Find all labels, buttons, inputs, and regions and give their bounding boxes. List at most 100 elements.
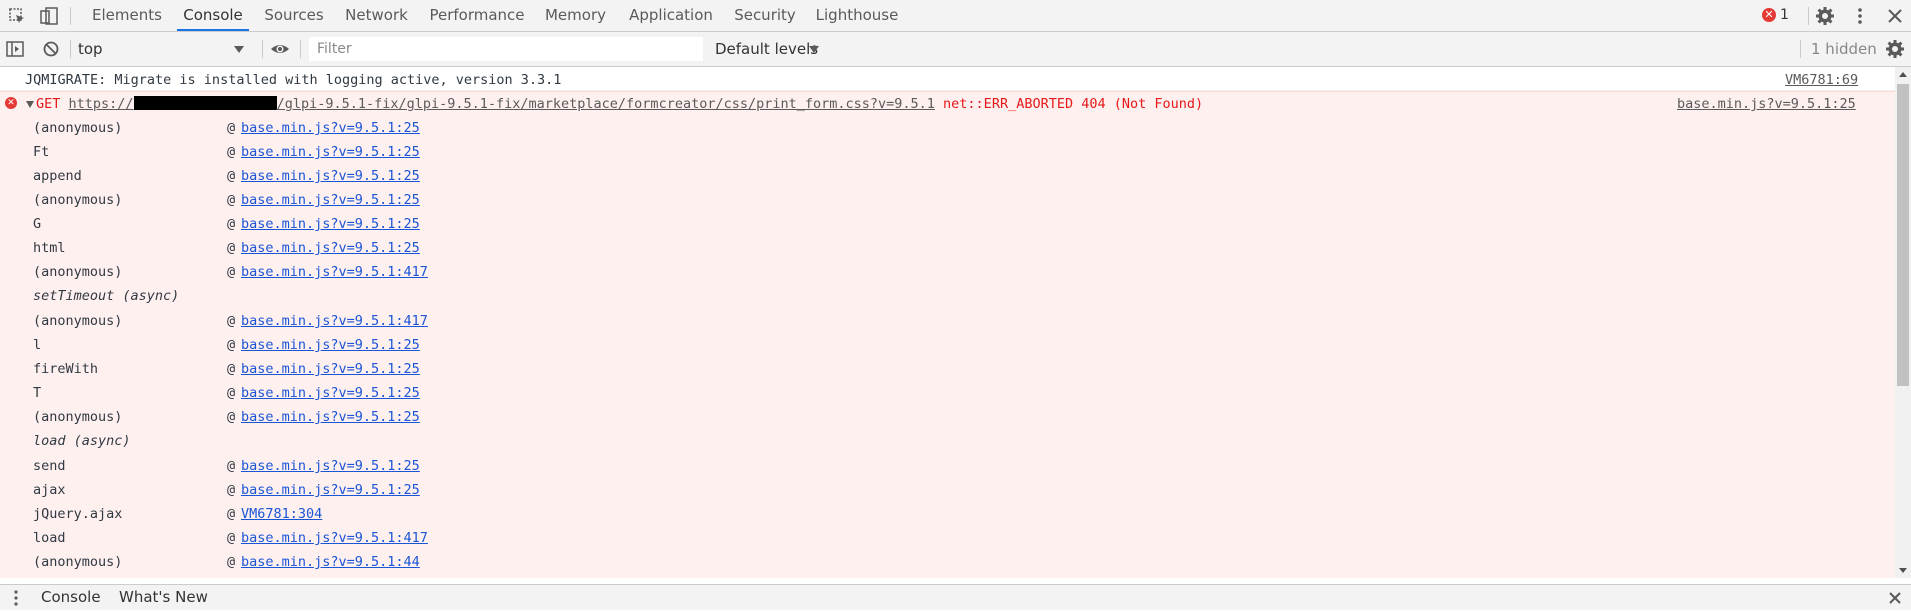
stack-location-link[interactable]: base.min.js?v=9.5.1:25 bbox=[241, 381, 420, 405]
clear-console-icon[interactable] bbox=[40, 38, 62, 60]
function-name: jQuery.ajax bbox=[33, 506, 123, 522]
at-symbol: @ bbox=[227, 120, 236, 136]
tabbar-divider-right bbox=[1808, 7, 1809, 25]
drawer-menu-icon[interactable] bbox=[5, 587, 27, 609]
drawer-tab-console[interactable]: Console bbox=[41, 585, 101, 610]
scroll-up-icon[interactable] bbox=[1899, 72, 1907, 77]
console-messages: JQMIGRATE: Migrate is installed with log… bbox=[0, 67, 1895, 578]
filter-input[interactable] bbox=[309, 37, 703, 61]
stack-location-link[interactable]: base.min.js?v=9.5.1:25 bbox=[241, 188, 420, 212]
scrollbar-thumb[interactable] bbox=[1897, 84, 1909, 386]
at-symbol: @ bbox=[227, 313, 236, 329]
http-method: GET bbox=[36, 96, 61, 112]
stack-location-link[interactable]: base.min.js?v=9.5.1:25 bbox=[241, 478, 420, 502]
function-name: G bbox=[33, 216, 42, 232]
function-name: send bbox=[33, 458, 66, 474]
stack-location-link[interactable]: base.min.js?v=9.5.1:417 bbox=[241, 526, 428, 550]
at-symbol: @ bbox=[227, 361, 236, 377]
stack-location-link[interactable]: base.min.js?v=9.5.1:417 bbox=[241, 309, 428, 333]
stack-location-link[interactable]: base.min.js?v=9.5.1:44 bbox=[241, 550, 420, 574]
chevron-down-icon[interactable] bbox=[809, 46, 819, 53]
device-toolbar-icon[interactable] bbox=[38, 5, 60, 27]
stack-location-link[interactable]: base.min.js?v=9.5.1:25 bbox=[241, 405, 420, 429]
expand-triangle-icon[interactable] bbox=[26, 101, 34, 108]
at-symbol: @ bbox=[227, 554, 236, 570]
error-icon: ✕ bbox=[5, 97, 17, 109]
error-source-link[interactable]: base.min.js?v=9.5.1:25 bbox=[1677, 92, 1856, 116]
stack-frame: T @ base.min.js?v=9.5.1:25 bbox=[0, 381, 1800, 405]
stack-location-link[interactable]: base.min.js?v=9.5.1:25 bbox=[241, 140, 420, 164]
at-symbol: @ bbox=[227, 458, 236, 474]
function-name: (anonymous) bbox=[33, 313, 123, 329]
function-name: T bbox=[33, 385, 42, 401]
stack-location-link[interactable]: base.min.js?v=9.5.1:25 bbox=[241, 333, 420, 357]
console-toolbar: top Default levels 1 hidden bbox=[0, 32, 1911, 67]
function-name: (anonymous) bbox=[33, 554, 123, 570]
live-expression-icon[interactable] bbox=[269, 38, 291, 60]
error-message: net::ERR_ABORTED 404 (Not Found) bbox=[943, 96, 1204, 112]
tab-memory[interactable]: Memory bbox=[543, 0, 608, 31]
stack-frame: (anonymous) @ base.min.js?v=9.5.1:25 bbox=[0, 116, 1800, 140]
info-message-text: JQMIGRATE: Migrate is installed with log… bbox=[25, 72, 562, 88]
toolbar-divider bbox=[300, 40, 301, 58]
stack-frame: Ft @ base.min.js?v=9.5.1:25 bbox=[0, 140, 1800, 164]
settings-icon[interactable] bbox=[1814, 5, 1836, 27]
info-source-link[interactable]: VM6781:69 bbox=[1785, 67, 1858, 94]
scroll-down-icon[interactable] bbox=[1899, 568, 1907, 573]
tab-console[interactable]: Console bbox=[177, 0, 249, 31]
at-symbol: @ bbox=[227, 216, 236, 232]
error-count[interactable]: 1 bbox=[1780, 0, 1789, 31]
tab-performance[interactable]: Performance bbox=[425, 0, 529, 31]
at-symbol: @ bbox=[227, 409, 236, 425]
inspect-element-icon[interactable] bbox=[6, 5, 28, 27]
at-symbol: @ bbox=[227, 506, 236, 522]
error-icon[interactable]: ✕ bbox=[1762, 8, 1776, 22]
function-name: (anonymous) bbox=[33, 409, 123, 425]
at-symbol: @ bbox=[227, 168, 236, 184]
stack-location-link[interactable]: base.min.js?v=9.5.1:25 bbox=[241, 454, 420, 478]
more-options-icon[interactable] bbox=[1849, 5, 1871, 27]
tab-security[interactable]: Security bbox=[732, 0, 798, 31]
context-selector[interactable]: top bbox=[78, 37, 248, 61]
log-levels-dropdown[interactable]: Default levels bbox=[715, 32, 818, 66]
console-scrollbar[interactable] bbox=[1895, 67, 1911, 578]
stack-location-link[interactable]: base.min.js?v=9.5.1:25 bbox=[241, 236, 420, 260]
stack-location-link[interactable]: base.min.js?v=9.5.1:25 bbox=[241, 164, 420, 188]
tab-sources[interactable]: Sources bbox=[261, 0, 327, 31]
stack-frame: (anonymous) @ base.min.js?v=9.5.1:25 bbox=[0, 405, 1800, 429]
toolbar-divider bbox=[70, 40, 71, 58]
async-boundary: setTimeout (async) bbox=[0, 284, 1800, 308]
at-symbol: @ bbox=[227, 144, 236, 160]
stack-location-link[interactable]: base.min.js?v=9.5.1:25 bbox=[241, 212, 420, 236]
function-name: append bbox=[33, 168, 82, 184]
toolbar-divider bbox=[262, 40, 263, 58]
tab-lighthouse[interactable]: Lighthouse bbox=[814, 0, 900, 31]
stack-frame: load @ base.min.js?v=9.5.1:417 bbox=[0, 526, 1800, 550]
stack-location-link[interactable]: VM6781:304 bbox=[241, 502, 322, 526]
stack-frame: (anonymous) @ base.min.js?v=9.5.1:44 bbox=[0, 550, 1800, 574]
function-name: Ft bbox=[33, 144, 50, 160]
url-prefix: https:// bbox=[68, 96, 134, 112]
stack-frame: fireWith @ base.min.js?v=9.5.1:25 bbox=[0, 357, 1800, 381]
console-settings-icon[interactable] bbox=[1884, 38, 1906, 60]
console-message-error: ✕ GET https:// /glpi-9.5.1-fix/glpi-9.5.1… bbox=[0, 91, 1895, 578]
drawer-tab-whats-new[interactable]: What's New bbox=[119, 585, 208, 610]
at-symbol: @ bbox=[227, 385, 236, 401]
tab-application[interactable]: Application bbox=[625, 0, 717, 31]
stack-location-link[interactable]: base.min.js?v=9.5.1:25 bbox=[241, 357, 420, 381]
sidebar-toggle-icon[interactable] bbox=[4, 38, 26, 60]
stack-frame: html @ base.min.js?v=9.5.1:25 bbox=[0, 236, 1800, 260]
stack-frame: ajax @ base.min.js?v=9.5.1:25 bbox=[0, 478, 1800, 502]
async-boundary: load (async) bbox=[0, 429, 1800, 453]
drawer-close-icon[interactable] bbox=[1884, 587, 1906, 609]
stack-location-link[interactable]: base.min.js?v=9.5.1:25 bbox=[241, 116, 420, 140]
close-icon[interactable] bbox=[1884, 5, 1906, 27]
url-path: /glpi-9.5.1-fix/glpi-9.5.1-fix/marketpla… bbox=[276, 96, 935, 112]
tab-network[interactable]: Network bbox=[343, 0, 410, 31]
request-url-link[interactable]: https:// /glpi-9.5.1-fix/glpi-9.5.1-fix/m… bbox=[69, 96, 935, 112]
stack-location-link[interactable]: base.min.js?v=9.5.1:417 bbox=[241, 260, 428, 284]
async-label: setTimeout (async) bbox=[33, 288, 180, 304]
tab-elements[interactable]: Elements bbox=[84, 0, 170, 31]
stack-frame: (anonymous) @ base.min.js?v=9.5.1:417 bbox=[0, 309, 1800, 333]
chevron-down-icon[interactable] bbox=[234, 46, 244, 53]
